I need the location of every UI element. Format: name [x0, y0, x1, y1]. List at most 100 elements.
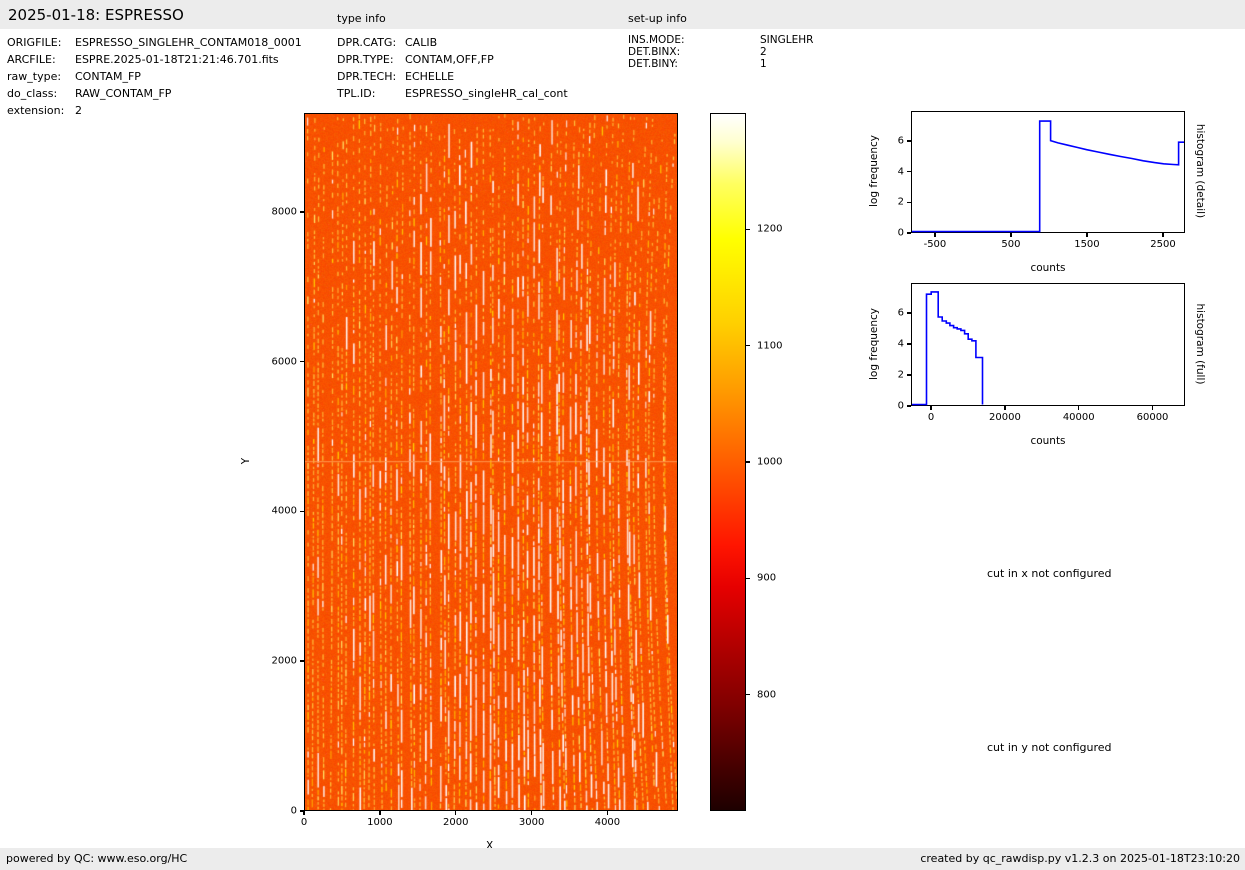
doclass-label: do_class:	[7, 87, 58, 100]
tick	[746, 577, 750, 580]
footer-bar: powered by QC: www.eso.org/HC created by…	[0, 848, 1245, 870]
arcfile-value: ESPRE.2025-01-18T21:21:46.701.fits	[75, 53, 279, 66]
tick-label: 4	[897, 166, 904, 178]
qc-rawdisp-report-page: 2025-01-18: ESPRESSO type info set-up in…	[0, 0, 1245, 870]
footer-created-by: created by qc_rawdisp.py v1.2.3 on 2025-…	[920, 852, 1240, 865]
histogram-full-plot	[911, 283, 1185, 406]
tick	[1010, 233, 1012, 237]
tick	[907, 374, 911, 376]
tick-label: 0	[927, 412, 935, 423]
tick-label: 1000	[367, 817, 393, 828]
cut-y-message: cut in y not configured	[987, 741, 1112, 754]
tick	[300, 810, 304, 812]
tick-label: 0	[897, 400, 904, 412]
tick-label: 6	[897, 307, 904, 319]
setup-info-heading: set-up info	[628, 12, 687, 25]
tick-label: 500	[1001, 239, 1021, 250]
footer-powered-by: powered by QC: www.eso.org/HC	[6, 852, 188, 865]
tick	[746, 461, 750, 463]
tick-label: 0	[290, 805, 297, 817]
tick-label: 6000	[271, 356, 297, 368]
histogram-full-line	[912, 291, 984, 406]
tpl-id-label: TPL.ID:	[337, 87, 376, 100]
colorbar	[710, 113, 746, 811]
tick-label: 2	[897, 369, 904, 381]
hist-full-right-label: histogram (full)	[1194, 303, 1206, 385]
rawtype-value: CONTAM_FP	[75, 70, 141, 83]
tick-label: 900	[757, 572, 777, 584]
tick-label: 4000	[594, 817, 621, 828]
det-biny-value: 1	[760, 58, 767, 70]
main-plot-ylabel: Y	[240, 457, 252, 465]
tick-label: 1000	[757, 456, 783, 468]
extension-value: 2	[75, 104, 82, 117]
tick-label: 800	[757, 689, 777, 701]
dpr-catg-label: DPR.CATG:	[337, 36, 397, 49]
doclass-value: RAW_CONTAM_FP	[75, 87, 172, 100]
hist-full-xlabel: counts	[1030, 435, 1066, 447]
tick-label: 0	[300, 817, 308, 828]
tick-label: 1100	[757, 340, 783, 352]
raw-image-plot	[304, 113, 678, 811]
tick	[1151, 406, 1154, 410]
tick-label: 0	[897, 227, 904, 239]
raw-image-canvas	[305, 114, 677, 810]
tick-label: 4000	[271, 505, 297, 517]
tick	[907, 312, 911, 314]
tick	[300, 211, 304, 213]
det-biny-label: DET.BINY:	[628, 58, 678, 70]
tick	[907, 140, 911, 142]
tick-label: 2000	[442, 817, 469, 828]
tick	[300, 360, 304, 363]
page-title: 2025-01-18: ESPRESSO	[8, 6, 184, 24]
dpr-tech-value: ECHELLE	[405, 70, 455, 83]
dpr-tech-label: DPR.TECH:	[337, 70, 397, 83]
tpl-id-value: ESPRESSO_singleHR_cal_cont	[405, 87, 568, 100]
ins-mode-value: SINGLEHR	[760, 34, 814, 46]
tick-label: 1200	[757, 223, 783, 235]
extension-label: extension:	[7, 104, 65, 117]
tick-label: 2500	[1150, 239, 1176, 250]
tick-label: 40000	[1062, 412, 1095, 423]
tick	[746, 693, 750, 696]
dpr-type-value: CONTAM,OFF,FP	[405, 53, 494, 66]
tick	[746, 228, 750, 231]
tick	[1077, 406, 1080, 410]
tick-label: 2000	[271, 655, 297, 667]
tick-label: 6	[897, 135, 904, 147]
rawtype-label: raw_type:	[7, 70, 62, 83]
tick	[1004, 406, 1006, 410]
tick	[934, 233, 936, 237]
tick-label: 3000	[518, 817, 545, 828]
tick	[930, 406, 932, 410]
tick	[1162, 233, 1164, 237]
tick	[907, 343, 911, 345]
tick	[606, 811, 609, 815]
tick-label: 8000	[271, 206, 297, 218]
histogram-detail-plot	[911, 111, 1185, 233]
tick	[907, 201, 911, 204]
origfile-label: ORIGFILE:	[7, 36, 62, 49]
hist-detail-xlabel: counts	[1030, 262, 1066, 274]
hist-detail-right-label: histogram (detail)	[1194, 123, 1206, 219]
tick	[1086, 233, 1088, 237]
header-bar: 2025-01-18: ESPRESSO type info set-up in…	[0, 0, 1245, 29]
origfile-value: ESPRESSO_SINGLEHR_CONTAM018_0001	[75, 36, 302, 49]
tick-label: -500	[923, 239, 947, 250]
tick	[454, 811, 457, 815]
tick	[746, 344, 750, 347]
histogram-detail-line	[912, 120, 1184, 233]
dpr-type-label: DPR.TYPE:	[337, 53, 394, 66]
tick	[300, 660, 304, 662]
tick-label: 20000	[989, 412, 1021, 423]
arcfile-label: ARCFILE:	[7, 53, 56, 66]
tick	[300, 510, 304, 513]
tick-label: 4	[897, 338, 904, 350]
type-info-heading: type info	[337, 12, 386, 25]
tick	[907, 232, 911, 234]
tick-label: 2	[897, 196, 904, 208]
tick	[379, 811, 381, 815]
tick-label: 1500	[1074, 239, 1100, 250]
tick	[530, 811, 533, 815]
tick	[907, 170, 911, 173]
